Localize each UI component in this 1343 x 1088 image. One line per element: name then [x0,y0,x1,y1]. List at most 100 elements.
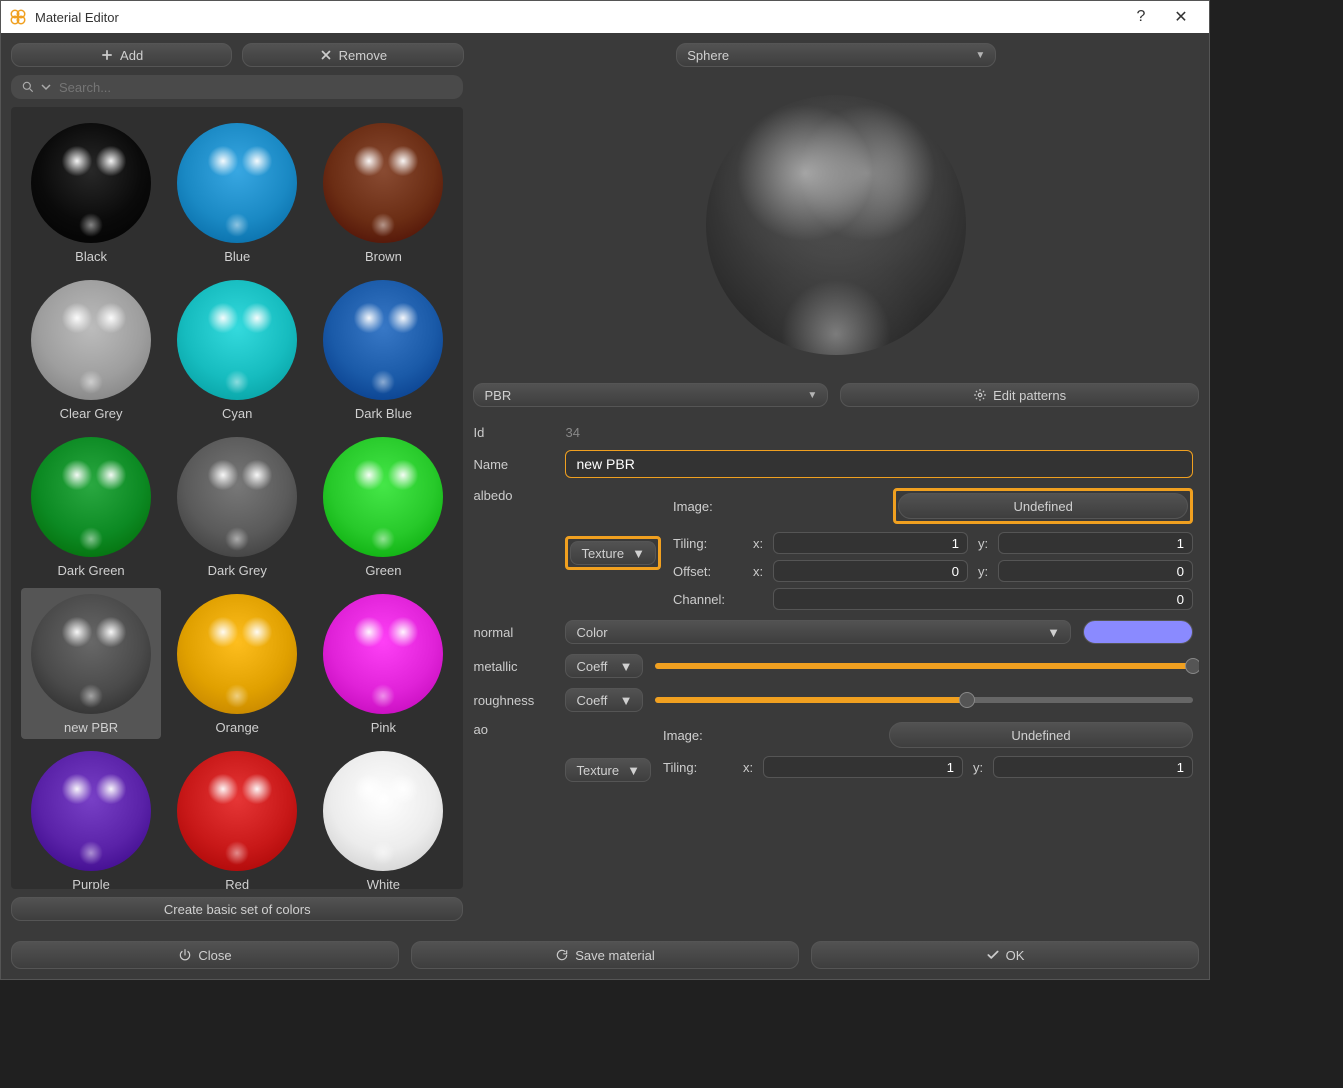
normal-mode-dropdown[interactable]: Color ▼ [565,620,1071,644]
albedo-image-button[interactable]: Undefined [898,493,1188,519]
material-label: Red [225,877,249,889]
gear-icon [973,388,987,402]
material-swatch [31,280,151,400]
roughness-label: roughness [473,693,553,708]
close-button[interactable]: Close [11,941,399,969]
add-button[interactable]: Add [11,43,232,67]
ao-mode-dropdown[interactable]: Texture ▼ [565,758,651,782]
material-item[interactable]: Purple [21,745,161,889]
roughness-slider[interactable] [655,689,1193,711]
caret-down-icon: ▼ [627,763,640,778]
y-label: y: [974,536,992,551]
ao-image-value: Undefined [1011,728,1070,743]
material-item[interactable]: Dark Grey [167,431,307,582]
material-swatch [177,751,297,871]
material-swatch [31,123,151,243]
material-item[interactable]: Pink [313,588,453,739]
albedo-image-highlight: Undefined [893,488,1193,524]
material-item[interactable]: Dark Blue [313,274,453,425]
material-item[interactable]: Green [313,431,453,582]
material-swatch [323,594,443,714]
albedo-offset-y[interactable] [998,560,1193,582]
material-item[interactable]: Red [167,745,307,889]
albedo-channel[interactable] [773,588,1193,610]
material-label: Dark Grey [208,563,267,578]
power-icon [178,948,192,962]
material-item[interactable]: Brown [313,117,453,268]
material-label: new PBR [64,720,118,735]
material-list-pane: Add Remove BlackBlue Brown Clear Grey Cyan D… [11,43,463,921]
normal-color-swatch[interactable] [1083,620,1193,644]
material-item[interactable]: Dark Green [21,431,161,582]
close-button-label: Close [198,948,231,963]
material-swatch [31,751,151,871]
material-item[interactable]: Cyan [167,274,307,425]
remove-icon [319,48,333,62]
albedo-tiling-label: Tiling: [673,536,743,551]
metallic-slider[interactable] [655,655,1193,677]
x-label: x: [739,760,757,775]
material-type-dropdown[interactable]: PBR ▼ [473,383,828,407]
search-options-caret-icon[interactable] [41,80,51,94]
albedo-offset-label: Offset: [673,564,743,579]
search-field[interactable] [11,75,463,99]
ao-label: ao [473,722,553,737]
ao-image-button[interactable]: Undefined [889,722,1193,748]
normal-mode-value: Color [576,625,607,640]
edit-patterns-button[interactable]: Edit patterns [840,383,1199,407]
material-swatch [177,123,297,243]
material-grid[interactable]: BlackBlue Brown Clear Grey Cyan Dark Blue Dar… [11,107,463,889]
material-item[interactable]: Clear Grey [21,274,161,425]
albedo-mode-dropdown[interactable]: Texture ▼ [570,541,656,565]
metallic-mode-dropdown[interactable]: Coeff ▼ [565,654,643,678]
titlebar: Material Editor ? ✕ [1,1,1209,33]
metallic-label: metallic [473,659,553,674]
material-swatch [177,437,297,557]
material-editor-window: Material Editor ? ✕ Add Remove [0,0,1210,980]
help-button[interactable]: ? [1121,8,1161,26]
material-swatch [323,751,443,871]
preview-shape-dropdown[interactable]: Sphere ▼ [676,43,996,67]
material-label: White [367,877,400,889]
add-button-label: Add [120,48,143,63]
preview-viewport[interactable] [473,75,1199,375]
name-input[interactable] [565,450,1193,478]
material-item[interactable]: White [313,745,453,889]
search-input[interactable] [57,79,453,96]
search-icon [21,80,35,94]
material-item[interactable]: Orange [167,588,307,739]
albedo-tiling-y[interactable] [998,532,1193,554]
material-item[interactable]: new PBR [21,588,161,739]
material-swatch [31,437,151,557]
albedo-mode-highlight: Texture ▼ [565,536,661,570]
material-swatch [323,123,443,243]
remove-button[interactable]: Remove [242,43,463,67]
material-item[interactable]: Blue [167,117,307,268]
material-label: Clear Grey [60,406,123,421]
material-label: Dark Green [57,563,124,578]
material-label: Brown [365,249,402,264]
ao-tiling-label: Tiling: [663,760,733,775]
material-label: Pink [371,720,396,735]
x-label: x: [749,564,767,579]
albedo-offset-x[interactable] [773,560,968,582]
create-basic-colors-button[interactable]: Create basic set of colors [11,897,463,921]
albedo-tiling-x[interactable] [773,532,968,554]
window-close-button[interactable]: ✕ [1161,7,1201,27]
material-label: Cyan [222,406,252,421]
material-swatch [31,594,151,714]
material-item[interactable]: Black [21,117,161,268]
ao-mode-value: Texture [576,763,619,778]
roughness-mode-dropdown[interactable]: Coeff ▼ [565,688,643,712]
material-label: Orange [216,720,259,735]
ok-button[interactable]: OK [811,941,1199,969]
window-title: Material Editor [35,10,119,25]
preview-shape-value: Sphere [687,48,729,63]
name-label: Name [473,457,553,472]
caret-down-icon: ▼ [632,546,645,561]
save-material-button[interactable]: Save material [411,941,799,969]
ao-tiling-x[interactable] [763,756,963,778]
ao-image-label: Image: [663,728,733,743]
ok-button-label: OK [1006,948,1025,963]
ao-tiling-y[interactable] [993,756,1193,778]
